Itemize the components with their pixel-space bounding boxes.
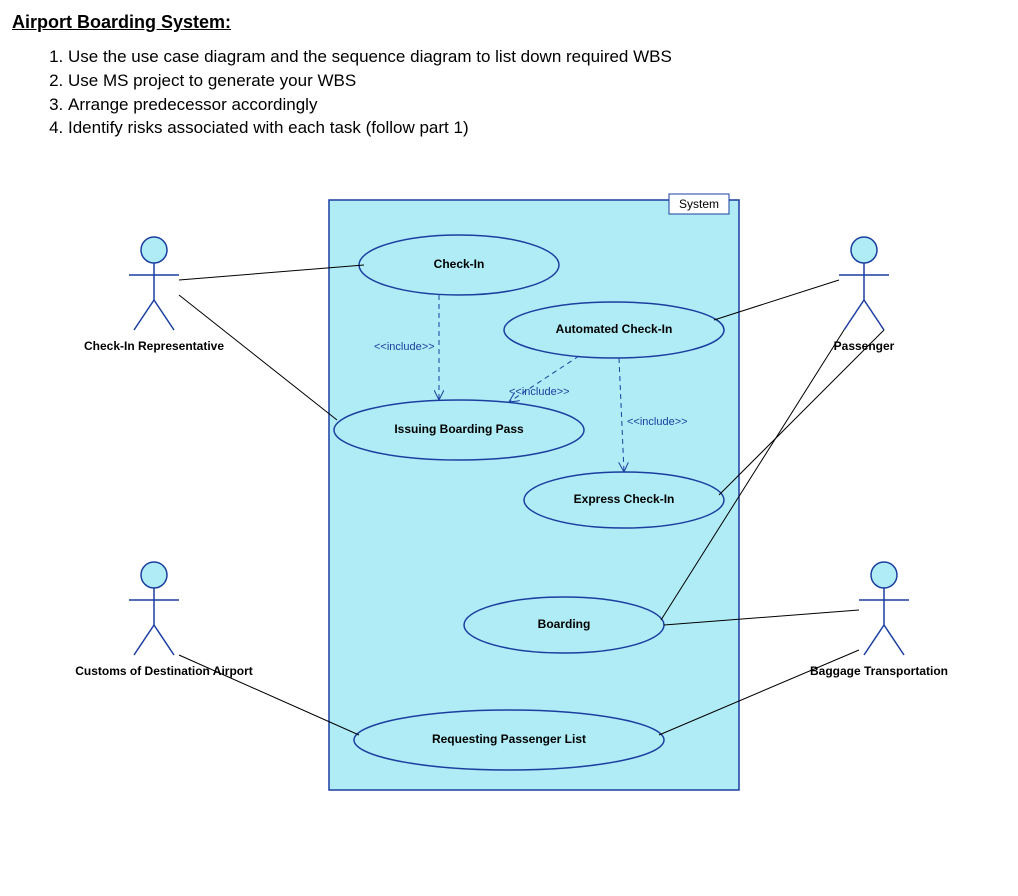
usecase-label: Express Check-In	[574, 492, 675, 506]
association	[179, 295, 337, 420]
stereotype-label: <<include>>	[627, 416, 688, 428]
usecase-label: Check-In	[434, 257, 485, 271]
usecase-label: Boarding	[538, 617, 591, 631]
stereotype-label: <<include>>	[509, 386, 570, 398]
association	[719, 330, 884, 495]
actor-passenger: Passenger	[834, 237, 895, 353]
instruction-item: Arrange predecessor accordingly	[68, 93, 1006, 117]
usecase-label: Requesting Passenger List	[432, 732, 586, 746]
usecase-diagram: System Check-In Representative Customs o…	[12, 180, 1006, 820]
system-label: System	[679, 197, 719, 211]
actor-label: Passenger	[834, 339, 895, 353]
usecase-label: Issuing Boarding Pass	[394, 422, 524, 436]
actor-checkin-rep: Check-In Representative	[84, 237, 224, 353]
stereotype-label: <<include>>	[374, 341, 435, 353]
instruction-item: Use the use case diagram and the sequenc…	[68, 45, 1006, 69]
instruction-item: Use MS project to generate your WBS	[68, 69, 1006, 93]
actor-label: Baggage Transportation	[810, 664, 948, 678]
instruction-item: Identify risks associated with each task…	[68, 116, 1006, 140]
actor-customs: Customs of Destination Airport	[75, 562, 253, 678]
instruction-list: Use the use case diagram and the sequenc…	[46, 45, 1006, 140]
page-title: Airport Boarding System:	[12, 12, 1006, 33]
actor-baggage: Baggage Transportation	[810, 562, 948, 678]
actor-label: Check-In Representative	[84, 339, 224, 353]
usecase-label: Automated Check-In	[556, 322, 673, 336]
